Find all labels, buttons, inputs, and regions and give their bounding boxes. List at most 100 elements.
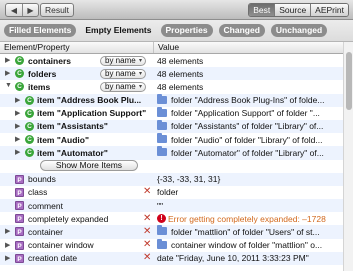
property-icon: P xyxy=(15,253,24,263)
table-row[interactable]: ▶ P container window ✕ container window … xyxy=(0,238,343,252)
disclosure-triangle-icon[interactable]: ▶ xyxy=(15,135,20,143)
column-header: Element/Property Value xyxy=(0,42,343,54)
x-mark-icon: ✕ xyxy=(143,212,152,224)
row-value: folder "Automator" of folder "Library" o… xyxy=(171,147,324,158)
property-icon: P xyxy=(15,187,24,197)
sort-popup[interactable]: by name ▾ xyxy=(100,81,146,92)
property-icon: P xyxy=(15,240,24,250)
row-value: folder "Address Book Plug-Ins" of folde.… xyxy=(171,95,325,106)
table-row[interactable]: ▶ C item "Assistants" folder "Assistants… xyxy=(0,119,343,134)
row-label: container window xyxy=(28,240,94,251)
folder-icon xyxy=(157,225,167,236)
table-row[interactable]: ▶ C containers by name ▾ 48 elements xyxy=(0,54,343,67)
folder-icon xyxy=(157,106,167,117)
row-label: completely expanded xyxy=(28,213,109,224)
element-icon: C xyxy=(15,56,24,65)
row-label: containers xyxy=(28,55,71,66)
table-row[interactable]: P bounds {-33, -33, 31, 31} xyxy=(0,172,343,186)
disclosure-triangle-icon[interactable]: ▶ xyxy=(5,254,10,262)
element-icon: C xyxy=(25,121,34,131)
row-label: comment xyxy=(28,200,63,211)
row-value: 48 elements xyxy=(157,68,204,79)
disclosure-triangle-icon[interactable]: ▶ xyxy=(15,122,20,130)
disclosure-triangle-icon[interactable]: ▶ xyxy=(5,69,10,77)
result-button[interactable]: Result xyxy=(40,3,74,17)
x-mark-icon: ✕ xyxy=(143,239,152,251)
row-label: item "Address Book Plu... xyxy=(37,95,142,106)
filter-properties[interactable]: Properties xyxy=(160,24,213,37)
toolbar: ◀ ▶ Result Best Source AEPrint xyxy=(0,0,353,20)
chevron-down-icon: ▾ xyxy=(138,57,142,64)
table-row: Show More Items xyxy=(0,160,343,173)
row-label: folders xyxy=(28,68,57,79)
row-value: 48 elements xyxy=(157,55,204,66)
row-value: folder "Assistants" of folder "Library" … xyxy=(171,121,324,132)
table-row[interactable]: ▶ C item "Automator" folder "Automator" … xyxy=(0,146,343,160)
property-icon: P xyxy=(15,201,24,211)
row-value: "" xyxy=(157,200,164,211)
tab-source[interactable]: Source xyxy=(274,4,311,16)
row-label: item "Application Support" xyxy=(37,108,147,119)
row-label: item "Audio" xyxy=(37,134,89,145)
element-icon: C xyxy=(25,148,34,158)
view-selector: Best Source AEPrint xyxy=(248,3,349,17)
filter-filled-elements[interactable]: Filled Elements xyxy=(4,24,77,37)
property-icon: P xyxy=(15,214,24,224)
sort-label: by name xyxy=(105,68,136,78)
tab-best[interactable]: Best xyxy=(249,4,275,16)
x-mark-icon: ✕ xyxy=(143,252,152,264)
disclosure-triangle-icon[interactable]: ▶ xyxy=(5,241,10,249)
table-row[interactable]: ▶ C item "Audio" folder "Audio" of folde… xyxy=(0,133,343,146)
folder-icon xyxy=(157,146,167,157)
forward-arrow-icon[interactable]: ▶ xyxy=(22,4,38,16)
column-element-property[interactable]: Element/Property xyxy=(4,42,70,53)
filter-changed[interactable]: Changed xyxy=(218,24,265,37)
folder-icon xyxy=(157,119,167,130)
sort-label: by name xyxy=(105,81,136,91)
table-row[interactable]: ▶ P creation date ✕ date "Friday, June 1… xyxy=(0,251,343,265)
vertical-scrollbar[interactable] xyxy=(343,42,353,271)
element-icon: C xyxy=(25,95,34,105)
row-label: creation date xyxy=(28,253,78,264)
sort-popup[interactable]: by name ▾ xyxy=(100,55,146,66)
sort-label: by name xyxy=(105,55,136,65)
row-value: Error getting completely expanded: –1728 xyxy=(168,213,326,224)
scrollbar-thumb[interactable] xyxy=(346,52,352,110)
sort-popup[interactable]: by name ▾ xyxy=(100,68,146,79)
tab-aeprint[interactable]: AEPrint xyxy=(310,4,348,16)
table-row[interactable]: P class ✕ folder xyxy=(0,186,343,199)
row-value: folder xyxy=(157,187,179,198)
row-value: 48 elements xyxy=(157,81,204,92)
outline-view: ▶ C containers by name ▾ 48 elements ▶ C … xyxy=(0,54,343,265)
row-label: class xyxy=(28,187,48,198)
folder-icon xyxy=(157,133,167,144)
row-value: folder "Application Support" of folder "… xyxy=(171,108,320,119)
disclosure-triangle-icon[interactable]: ▶ xyxy=(15,109,20,117)
row-label: bounds xyxy=(28,174,56,185)
show-more-items-button[interactable]: Show More Items xyxy=(40,160,138,171)
element-icon: C xyxy=(25,135,34,145)
column-value[interactable]: Value xyxy=(153,42,179,53)
property-icon: P xyxy=(15,174,24,184)
back-arrow-icon[interactable]: ◀ xyxy=(6,4,22,16)
row-label: items xyxy=(28,81,51,92)
chevron-down-icon: ▾ xyxy=(138,70,142,77)
table-row[interactable]: ▶ C item "Address Book Plu... folder "Ad… xyxy=(0,93,343,107)
disclosure-triangle-icon[interactable]: ▶ xyxy=(15,96,20,104)
row-value: date "Friday, June 10, 2011 3:33:23 PM" xyxy=(157,253,309,264)
filter-empty-elements[interactable]: Empty Elements xyxy=(82,24,154,37)
chevron-down-icon: ▾ xyxy=(138,83,142,90)
row-value: folder "mattlion" of folder "Users" of s… xyxy=(171,226,320,237)
disclosure-triangle-icon[interactable]: ▶ xyxy=(15,148,20,156)
table-row[interactable]: ▶ C folders by name ▾ 48 elements xyxy=(0,67,343,81)
filter-unchanged[interactable]: Unchanged xyxy=(270,24,328,37)
disclosure-triangle-icon[interactable]: ▶ xyxy=(5,227,10,235)
disclosure-triangle-open-icon[interactable]: ▼ xyxy=(5,82,12,89)
disclosure-triangle-icon[interactable]: ▶ xyxy=(5,56,10,64)
table-row[interactable]: P completely expanded ✕ ! Error getting … xyxy=(0,212,343,225)
property-icon: P xyxy=(15,227,24,237)
table-row[interactable]: ▶ P container ✕ folder "mattlion" of fol… xyxy=(0,225,343,239)
table-row[interactable]: ▼ C items by name ▾ 48 elements xyxy=(0,80,343,93)
table-row[interactable]: ▶ C item "Application Support" folder "A… xyxy=(0,106,343,120)
table-row[interactable]: P comment "" xyxy=(0,199,343,213)
